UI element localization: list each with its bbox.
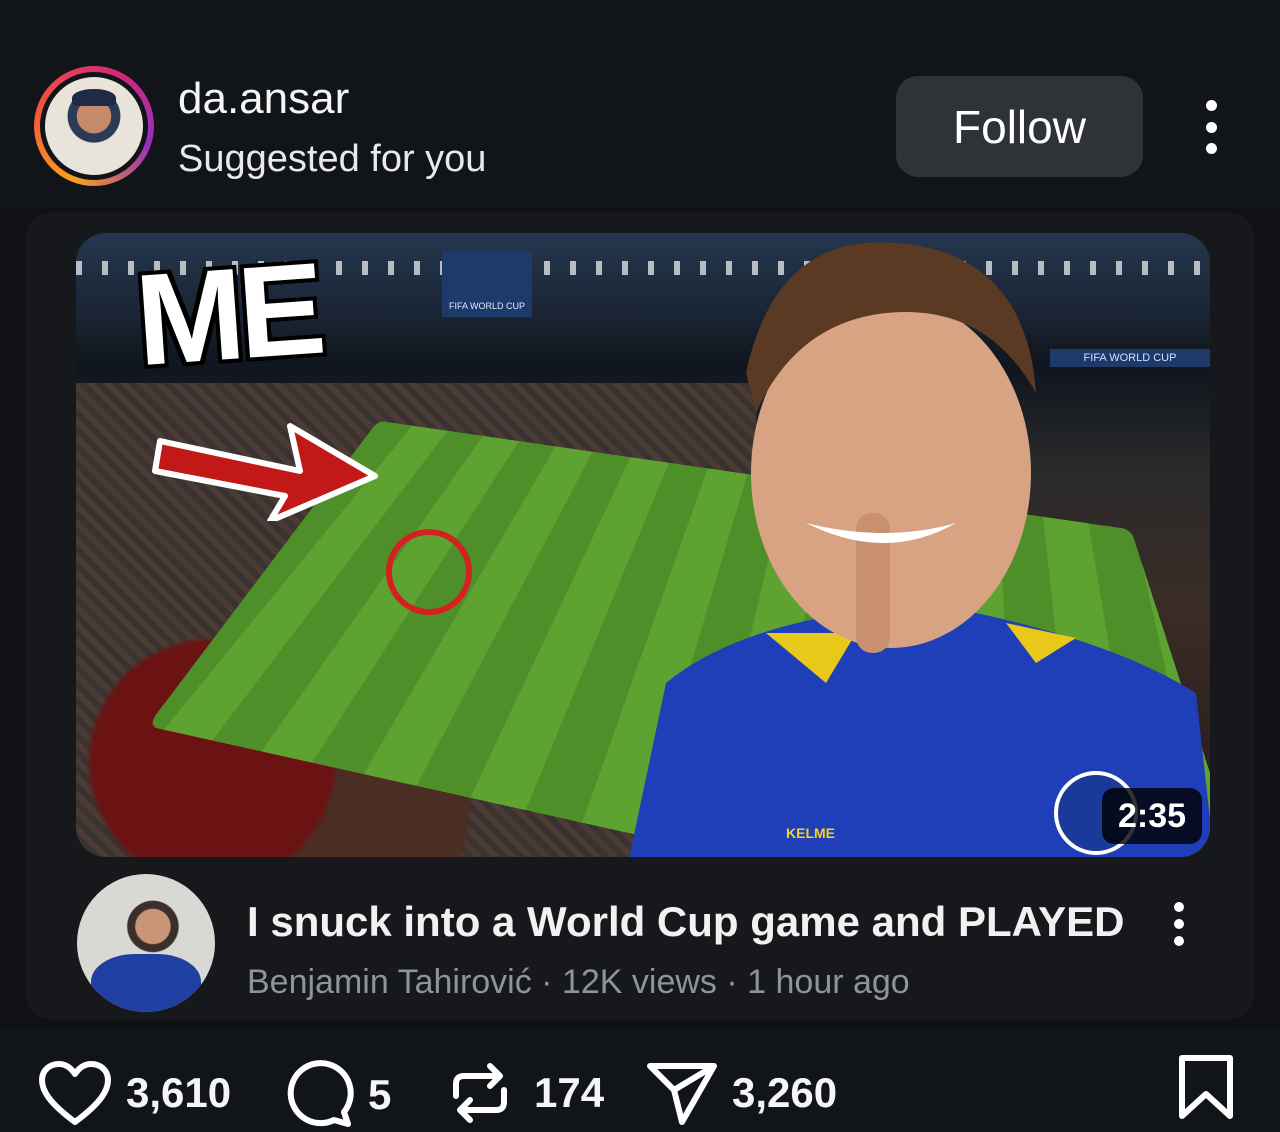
suggested-label: Suggested for you bbox=[178, 138, 487, 180]
user-avatar-image bbox=[45, 77, 143, 175]
heart-icon[interactable] bbox=[38, 1060, 112, 1126]
like-action[interactable]: 3,610 bbox=[38, 1060, 231, 1126]
view-count: 12K views bbox=[561, 963, 717, 1001]
user-avatar[interactable] bbox=[34, 66, 154, 186]
meta-separator: · bbox=[531, 963, 562, 1001]
video-thumbnail[interactable]: FIFA WORLD CUP FIFA WORLD CUP ME KELME bbox=[76, 233, 1210, 857]
red-circle-marker bbox=[386, 529, 472, 615]
repost-icon[interactable] bbox=[450, 1060, 510, 1126]
channel-avatar[interactable] bbox=[77, 874, 215, 1012]
repost-action[interactable]: 174 bbox=[450, 1060, 604, 1126]
like-count: 3,610 bbox=[126, 1069, 232, 1116]
meta-separator: · bbox=[716, 963, 748, 1001]
thumbnail-me-text: ME bbox=[131, 234, 324, 394]
shirt-brand: KELME bbox=[786, 825, 835, 841]
username[interactable]: da.ansar bbox=[178, 74, 349, 124]
comment-icon[interactable] bbox=[282, 1060, 354, 1130]
save-action[interactable] bbox=[1176, 1054, 1236, 1120]
more-options-icon[interactable] bbox=[1196, 100, 1226, 154]
bookmark-icon[interactable] bbox=[1176, 1054, 1236, 1120]
video-title[interactable]: I snuck into a World Cup game and PLAYED bbox=[247, 898, 1124, 946]
follow-button[interactable]: Follow bbox=[896, 76, 1143, 177]
player-photo: KELME bbox=[629, 242, 1210, 857]
comment-action[interactable]: 5 bbox=[282, 1060, 391, 1130]
video-duration: 2:35 bbox=[1102, 788, 1202, 844]
comment-count: 5 bbox=[368, 1071, 392, 1118]
send-icon[interactable] bbox=[646, 1060, 718, 1126]
upload-age: 1 hour ago bbox=[747, 963, 910, 1001]
channel-name[interactable]: Benjamin Tahirović bbox=[247, 963, 532, 1001]
red-arrow-icon bbox=[152, 423, 378, 521]
video-more-icon[interactable] bbox=[1170, 902, 1188, 946]
stadium-banner: FIFA WORLD CUP bbox=[442, 251, 532, 317]
share-count: 3,260 bbox=[732, 1069, 838, 1116]
share-action[interactable]: 3,260 bbox=[646, 1060, 837, 1126]
repost-count: 174 bbox=[534, 1069, 605, 1116]
video-meta: Benjamin Tahirović · 12K views · 1 hour … bbox=[247, 963, 910, 1002]
